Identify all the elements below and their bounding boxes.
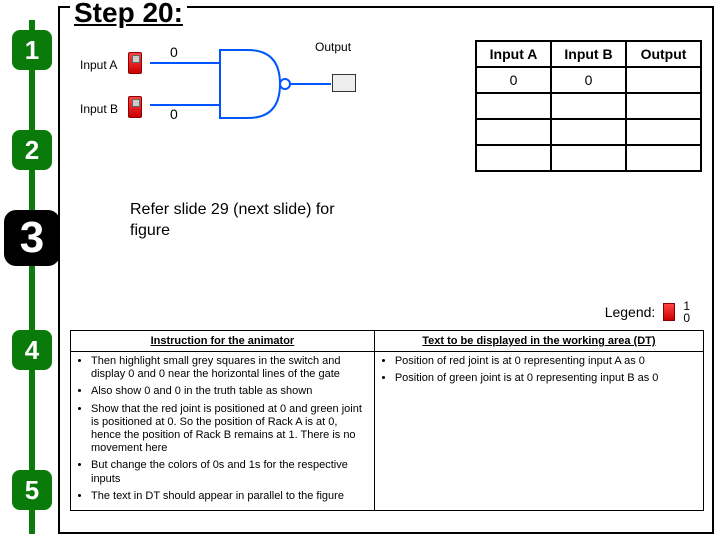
tt-cell [626,67,701,93]
instr-right-header: Text to be displayed in the working area… [374,331,703,352]
instr-left-item: Then highlight small grey squares in the… [91,355,368,381]
wire-a [150,62,220,64]
tt-cell [476,93,551,119]
tt-header-out: Output [626,41,701,67]
step-1: 1 [12,30,52,70]
tt-header-a: Input A [476,41,551,67]
output-label: Output [315,40,351,54]
legend-label: Legend: [605,304,656,320]
wire-b [150,104,220,106]
tt-cell [551,119,626,145]
tt-header-b: Input B [551,41,626,67]
instr-right-cell: Position of red joint is at 0 representi… [374,352,703,511]
nand-gate-icon [218,46,298,122]
switch-a-icon [128,52,142,74]
wire-out [291,83,331,85]
instr-left-item: The text in DT should appear in parallel… [91,490,368,503]
instr-left-item: Show that the red joint is positioned at… [91,403,368,456]
step-2: 2 [12,130,52,170]
switch-b-icon [128,96,142,118]
tt-cell: 0 [476,67,551,93]
tt-cell [551,93,626,119]
input-b-label: Input B [80,102,118,116]
tt-cell [476,145,551,171]
input-a-value: 0 [170,44,178,60]
tt-cell [626,119,701,145]
instr-left-item: Also show 0 and 0 in the truth table as … [91,385,368,398]
tt-cell [626,145,701,171]
step-rail: 1 2 3 4 5 [12,20,52,534]
instr-right-item: Position of green joint is at 0 represen… [395,372,697,385]
instr-left-header: Instruction for the animator [71,331,375,352]
step-3: 3 [4,210,60,266]
instr-left-cell: Then highlight small grey squares in the… [71,352,375,511]
input-b-value: 0 [170,106,178,122]
tt-cell [476,119,551,145]
instr-right-item: Position of red joint is at 0 representi… [395,355,697,368]
truth-table: Input A Input B Output 00 [475,40,702,172]
input-a-label: Input A [80,58,117,72]
tt-cell [626,93,701,119]
instruction-table: Instruction for the animator Text to be … [70,330,704,511]
step-4: 4 [12,330,52,370]
rail-line [29,20,35,534]
circuit-diagram: Input A 0 Input B 0 Output [80,46,380,166]
instr-left-item: But change the colors of 0s and 1s for t… [91,459,368,485]
refer-note: Refer slide 29 (next slide) for figure [130,200,350,242]
output-box [332,74,356,92]
legend-swatch-icon [663,303,675,321]
legend: Legend: 1 0 [605,300,690,324]
tt-cell: 0 [551,67,626,93]
legend-values: 1 0 [683,300,690,324]
step-title: Step 20: [70,0,187,29]
legend-zero: 0 [683,312,690,324]
tt-cell [551,145,626,171]
step-5: 5 [12,470,52,510]
